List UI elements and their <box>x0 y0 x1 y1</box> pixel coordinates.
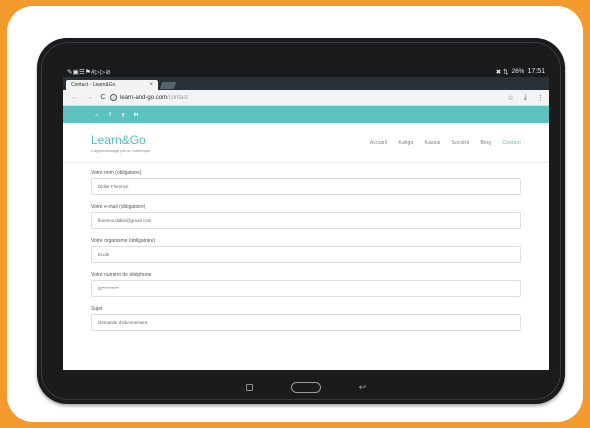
home-icon[interactable]: ⌂ <box>93 111 101 119</box>
notification-icons: ✎▣☰⚑#▷▷⊘ <box>67 68 111 76</box>
android-status-bar: ✎▣☰⚑#▷▷⊘ ✖ ⇅ 26% 17:51 <box>63 66 549 77</box>
tablet-screen: ✎▣☰⚑#▷▷⊘ ✖ ⇅ 26% 17:51 Contact - Learn&G… <box>63 66 549 370</box>
system-status: ✖ ⇅ 26% 17:51 <box>496 68 545 76</box>
nav-item-kassis[interactable]: Kassis <box>425 140 441 146</box>
facebook-icon[interactable]: f <box>106 111 114 119</box>
back-arrow-icon[interactable]: ← <box>68 94 82 101</box>
home-button-icon[interactable] <box>290 381 321 393</box>
form-field-organisation: Votre organisme (obligatoire) Ecole <box>91 238 521 263</box>
name-input[interactable]: Didier Florence <box>91 178 521 195</box>
battery-level: 26% <box>511 68 525 75</box>
organisation-label: Votre organisme (obligatoire) <box>91 238 156 244</box>
form-field-phone: Votre numéro de téléphone 07********* <box>91 272 521 297</box>
nav-item-accueil[interactable]: Accueil <box>370 140 388 146</box>
form-field-subject: Sujet Demande d'abonnement <box>91 306 521 331</box>
browser-toolbar: ← → C i learn-and-go.com /contact ☆ ⤓ ⋮ <box>63 90 549 106</box>
nav-item-blog[interactable]: Blog <box>481 140 492 146</box>
brand-tagline: L'apprentissage par le numérique <box>91 147 151 153</box>
site-info-icon[interactable]: i <box>110 94 117 101</box>
organisation-input[interactable]: Ecole <box>91 246 521 263</box>
signal-wifi-icon: ✖ ⇅ <box>495 68 509 76</box>
brand-block[interactable]: Learn&Go L'apprentissage par le numériqu… <box>91 133 150 153</box>
contact-form: Votre nom (obligatoire) Didier Florence … <box>63 163 549 331</box>
android-back-icon[interactable]: ↩ <box>359 382 367 393</box>
main-navigation: Accueil Kaligo Kassis Société Blog Conta… <box>370 140 521 146</box>
bookmark-star-icon[interactable]: ☆ <box>508 94 514 102</box>
clock-time: 17:51 <box>527 68 545 75</box>
download-icon[interactable]: ⤓ <box>524 94 527 102</box>
reload-icon[interactable]: C <box>96 94 110 101</box>
phone-input[interactable]: 07********* <box>91 280 521 297</box>
nav-item-societe[interactable]: Société <box>451 140 469 146</box>
menu-dots-icon[interactable]: ⋮ <box>537 94 544 102</box>
twitter-icon[interactable]: y <box>119 111 127 119</box>
notification-glyphs: ✎▣☰⚑#▷▷⊘ <box>67 68 111 76</box>
url-path[interactable]: /contact <box>167 95 188 101</box>
recent-apps-icon[interactable] <box>245 383 253 391</box>
subject-label: Sujet <box>91 306 103 312</box>
nav-item-kaligo[interactable]: Kaligo <box>398 140 413 146</box>
browser-tools: ☆ ⤓ ⋮ <box>508 94 544 102</box>
phone-label: Votre numéro de téléphone <box>91 272 152 278</box>
tab-title: Contact - Learn&Go <box>71 82 116 88</box>
browser-tab-contact[interactable]: Contact - Learn&Go × <box>66 80 158 90</box>
new-tab-button[interactable] <box>159 82 177 89</box>
form-field-email: Votre e-mail (obligatoire) florence.didi… <box>91 204 521 229</box>
subject-input[interactable]: Demande d'abonnement <box>91 314 521 331</box>
form-field-name: Votre nom (obligatoire) Didier Florence <box>91 170 521 195</box>
email-label: Votre e-mail (obligatoire) <box>91 204 146 210</box>
social-links-bar: ⌂ f y in <box>63 106 549 123</box>
linkedin-icon[interactable]: in <box>132 111 140 119</box>
name-label: Votre nom (obligatoire) <box>91 170 142 176</box>
close-tab-icon[interactable]: × <box>149 82 153 88</box>
brand-logo[interactable]: Learn&Go <box>91 133 150 147</box>
android-navigation-bar: ↩ <box>63 375 549 399</box>
nav-item-contact[interactable]: Contact <box>502 140 521 146</box>
email-input[interactable]: florence.didier@gmail.com <box>91 212 521 229</box>
forward-arrow-icon[interactable]: → <box>82 94 96 101</box>
browser-tab-strip: Contact - Learn&Go × <box>63 77 549 90</box>
url-host[interactable]: learn-and-go.com <box>120 95 167 101</box>
site-header: Learn&Go L'apprentissage par le numériqu… <box>63 123 549 163</box>
